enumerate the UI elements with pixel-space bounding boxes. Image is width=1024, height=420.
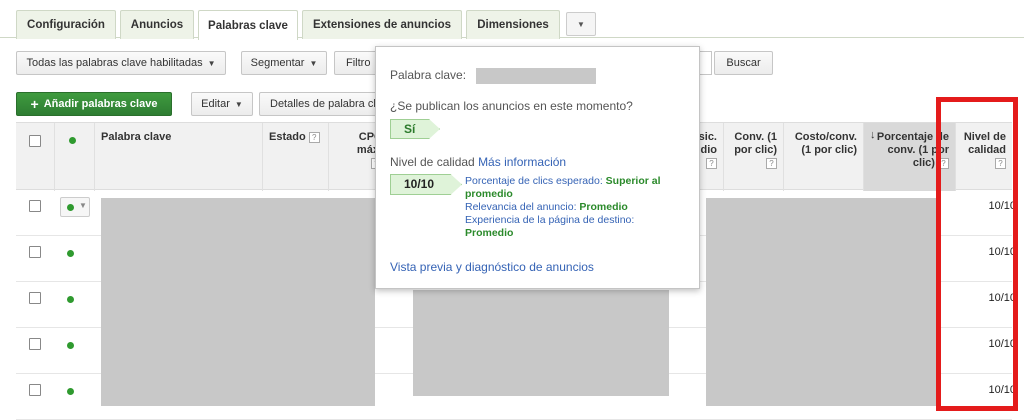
quality-score-badge: 10/10 [390, 174, 462, 195]
filter-dropdown[interactable]: Filtro [334, 51, 378, 75]
help-icon[interactable]: ? [766, 157, 777, 169]
redacted-keywords [101, 198, 375, 406]
quality-score-highlight [936, 97, 1018, 411]
tab-palabras-clave[interactable]: Palabras clave [198, 10, 298, 40]
green-dot-icon [67, 250, 74, 257]
redacted-keyword [476, 68, 596, 84]
more-info-link[interactable]: Más información [478, 155, 566, 169]
more-tabs-button[interactable]: ▼ [566, 12, 596, 36]
caret-down-icon: ▼ [577, 19, 585, 29]
popup-keyword-label: Palabra clave: [390, 68, 467, 82]
edit-dropdown[interactable]: Editar ▼ [191, 92, 253, 116]
green-dot-icon [67, 204, 74, 211]
landing-value: Promedio [465, 227, 514, 239]
redacted-metrics [413, 290, 669, 396]
green-dot-icon [67, 296, 74, 303]
green-dot-icon [67, 342, 74, 349]
status-dropdown[interactable]: ▼ [60, 197, 90, 217]
keyword-diagnosis-popup: Palabra clave: ¿Se publican los anuncios… [375, 46, 700, 289]
tab-dimensiones[interactable]: Dimensiones [466, 10, 560, 39]
quality-details: Porcentaje de clics esperado: Superior a… [465, 175, 661, 239]
row-checkbox[interactable] [29, 384, 41, 396]
green-dot-icon [67, 388, 74, 395]
search-input[interactable] [700, 51, 712, 75]
tab-configuracion[interactable]: Configuración [16, 10, 116, 39]
caret-down-icon: ▼ [309, 58, 318, 68]
select-all-checkbox[interactable] [29, 135, 41, 147]
tab-anuncios[interactable]: Anuncios [120, 10, 194, 39]
keyword-filter-dropdown[interactable]: Todas las palabras clave habilitadas ▼ [16, 51, 226, 75]
arrow-down-icon: ↓ [870, 129, 876, 141]
add-keywords-button[interactable]: + Añadir palabras clave [16, 92, 172, 116]
caret-down-icon: ▼ [79, 201, 87, 210]
row-checkbox[interactable] [29, 200, 41, 212]
ad-preview-link[interactable]: Vista previa y diagnóstico de anuncios [390, 260, 594, 274]
select-all-header [16, 123, 54, 191]
status-column-header[interactable]: Estado ? [262, 123, 328, 191]
tab-extensiones-de-anuncios[interactable]: Extensiones de anuncios [302, 10, 462, 39]
help-icon[interactable]: ? [308, 131, 320, 143]
quality-score-label: Nivel de calidad Más información [390, 155, 567, 169]
caret-down-icon: ▼ [234, 99, 243, 109]
segment-dropdown[interactable]: Segmentar ▼ [241, 51, 327, 75]
row-checkbox[interactable] [29, 338, 41, 350]
status-dot-header [54, 123, 94, 191]
plus-icon: + [30, 96, 39, 112]
row-checkbox[interactable] [29, 292, 41, 304]
relevance-value: Promedio [579, 201, 628, 213]
caret-down-icon: ▼ [207, 58, 216, 68]
green-dot-icon [69, 137, 76, 144]
search-button[interactable]: Buscar [714, 51, 773, 75]
row-checkbox[interactable] [29, 246, 41, 258]
tab-bar: Configuración Anuncios Palabras clave Ex… [0, 0, 1024, 40]
ads-showing-question: ¿Se publican los anuncios en este moment… [390, 99, 633, 113]
keyword-column-header[interactable]: Palabra clave [94, 123, 262, 191]
conversions-column-header[interactable]: Conv. (1 por clic) ? [723, 123, 783, 191]
keyword-details-dropdown[interactable]: Detalles de palabra cl [259, 92, 379, 116]
redacted-conversions [706, 198, 940, 406]
help-icon[interactable]: ? [706, 157, 717, 169]
cost-per-conversion-column-header[interactable]: Costo/conv. (1 por clic) [783, 123, 863, 191]
ads-showing-badge: Sí [390, 119, 440, 139]
